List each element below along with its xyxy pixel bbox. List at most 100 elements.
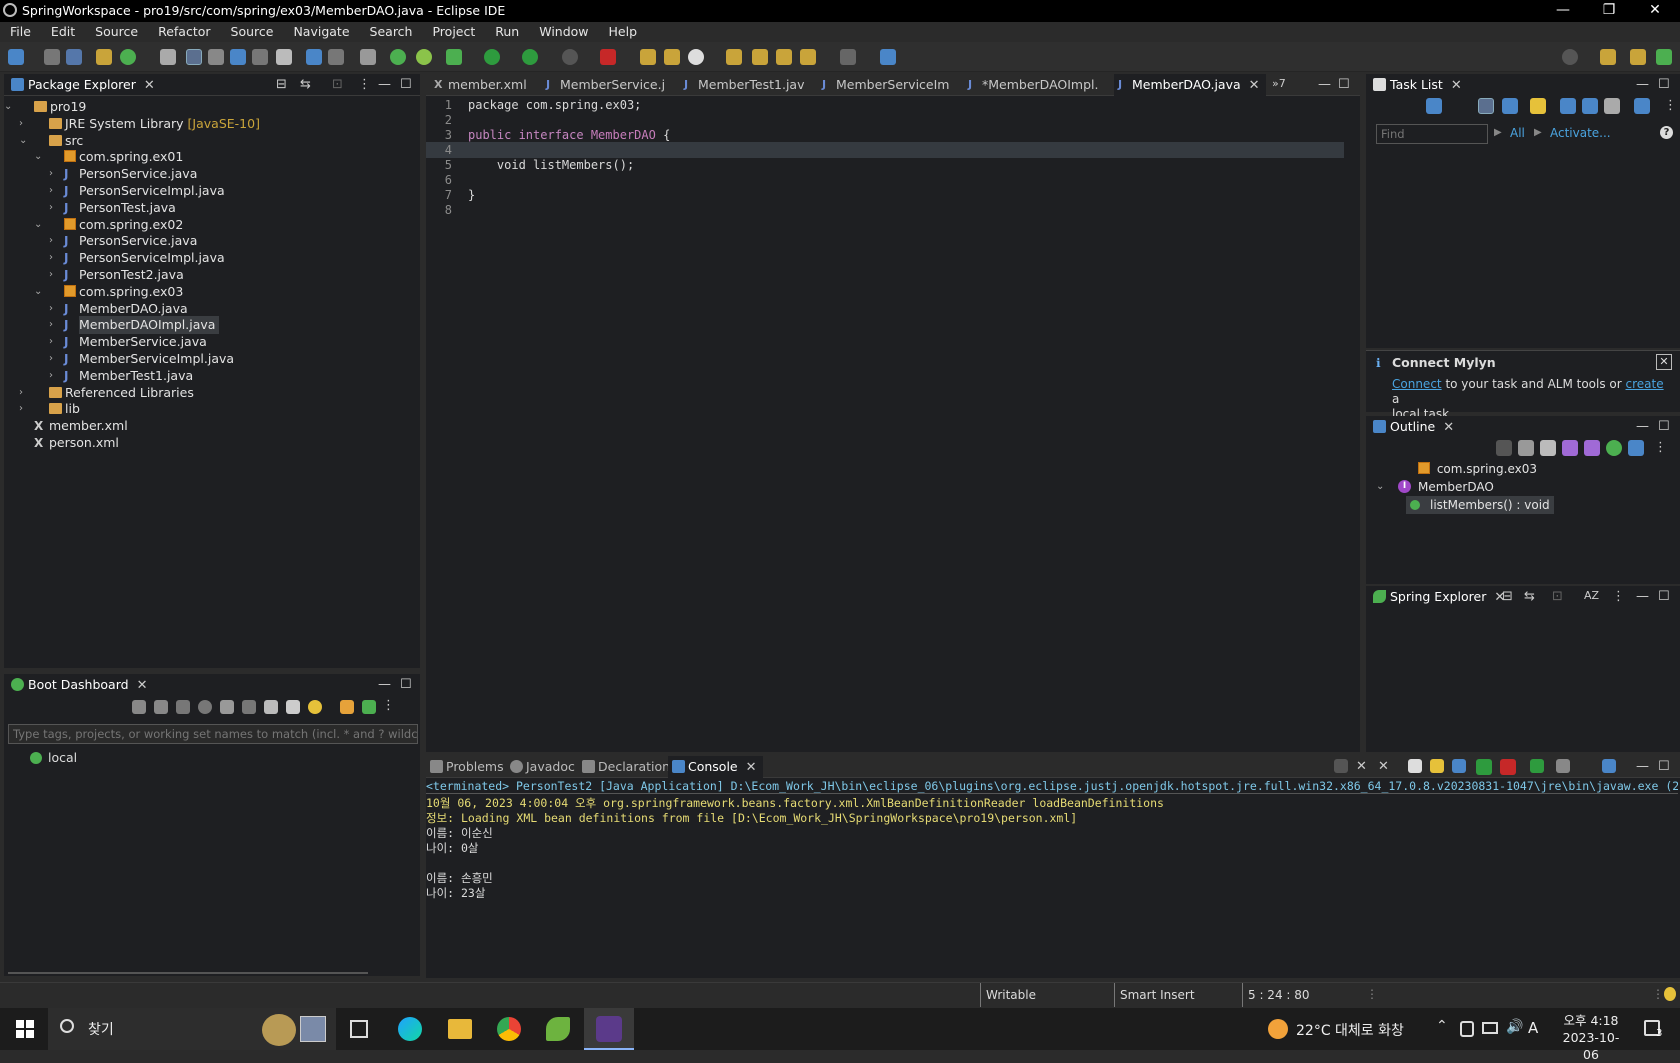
- chevron-right-icon[interactable]: ›: [49, 199, 53, 217]
- minimize-button[interactable]: —: [1540, 0, 1586, 22]
- clock[interactable]: 오후 4:18 2023-10-06: [1556, 1012, 1626, 1063]
- chevron-right-icon[interactable]: ›: [19, 115, 23, 133]
- view-menu-icon[interactable]: ⋮: [1654, 440, 1667, 455]
- show-stderr-icon[interactable]: [1500, 759, 1516, 775]
- help-icon[interactable]: ?: [1660, 126, 1673, 139]
- outline-method[interactable]: listMembers() : void: [1406, 496, 1554, 514]
- expand-icon[interactable]: [1604, 98, 1620, 114]
- edit-icon[interactable]: [264, 700, 278, 714]
- remove-launch-icon[interactable]: ✕: [1356, 759, 1367, 774]
- java-perspective-icon[interactable]: [1630, 49, 1646, 65]
- open-task-icon[interactable]: [664, 49, 680, 65]
- volume-icon[interactable]: 🔊: [1506, 1019, 1523, 1035]
- chevron-right-icon[interactable]: ›: [19, 400, 23, 418]
- network-icon[interactable]: [1482, 1022, 1498, 1034]
- run-coverage-icon[interactable]: [522, 49, 538, 65]
- open-resource-icon[interactable]: [726, 49, 742, 65]
- new-server-icon[interactable]: [600, 49, 616, 65]
- dashboard-filter-input[interactable]: [8, 724, 418, 744]
- tab-task-list[interactable]: Task List ✕: [1368, 74, 1462, 96]
- tree-item[interactable]: › J PersonTest2.java: [49, 266, 184, 284]
- tree-item[interactable]: › lib: [19, 400, 80, 418]
- horizontal-scrollbar[interactable]: [8, 972, 368, 974]
- chevron-down-icon[interactable]: ⌄: [1376, 478, 1384, 496]
- maximize-view-icon[interactable]: ☐: [1338, 77, 1350, 92]
- console-icon[interactable]: [220, 700, 234, 714]
- view-menu-icon[interactable]: ⋮: [1664, 98, 1677, 113]
- console-icon[interactable]: [306, 49, 322, 65]
- sort-icon[interactable]: AZ: [1584, 589, 1599, 602]
- weather-text[interactable]: 22°C 대체로 화창: [1296, 1020, 1404, 1040]
- tree-item[interactable]: ⌄ src: [19, 132, 83, 150]
- link-editor-icon[interactable]: ⇆: [1524, 589, 1535, 604]
- run-icon[interactable]: [484, 49, 500, 65]
- terminate-icon[interactable]: [1334, 759, 1348, 773]
- debug-icon[interactable]: [446, 49, 462, 65]
- menu-search[interactable]: Search: [360, 22, 423, 42]
- tree-item[interactable]: › J PersonServiceImpl.java: [49, 182, 225, 200]
- chrome-icon[interactable]: [497, 1017, 521, 1041]
- focus-icon[interactable]: [1496, 440, 1512, 456]
- search-icon[interactable]: [688, 49, 704, 65]
- menu-navigate[interactable]: Navigate: [283, 22, 359, 42]
- pin-console-icon[interactable]: [1530, 759, 1544, 773]
- tab-javadoc[interactable]: Javadoc: [508, 756, 575, 778]
- tree-item[interactable]: › J MemberDAO.java: [49, 300, 188, 318]
- focus-icon[interactable]: ⊡: [1552, 589, 1563, 604]
- open-perspective-icon[interactable]: [1600, 49, 1616, 65]
- toggle-breadcrumb-icon[interactable]: [160, 49, 176, 65]
- pin-editor-icon[interactable]: [880, 49, 896, 65]
- tab-memberservice[interactable]: J MemberService.j: [542, 74, 665, 96]
- spring-perspective-icon[interactable]: [1656, 49, 1672, 65]
- tree-item[interactable]: ⌄ com.spring.ex02: [34, 216, 183, 234]
- word-wrap-icon[interactable]: [1452, 759, 1466, 773]
- view-menu-icon[interactable]: ⋮: [1612, 589, 1625, 604]
- tab-package-explorer[interactable]: Package Explorer ✕: [6, 74, 155, 96]
- tab-overflow[interactable]: »7: [1272, 77, 1286, 90]
- tree-item[interactable]: ⌄ com.spring.ex01: [34, 148, 183, 166]
- tab-boot-dashboard[interactable]: Boot Dashboard ✕: [6, 674, 147, 696]
- lightbulb-icon[interactable]: [308, 700, 322, 714]
- chevron-right-icon[interactable]: ›: [49, 333, 53, 351]
- debug-options-icon[interactable]: [360, 49, 376, 65]
- tree-item[interactable]: › Referenced Libraries: [19, 384, 194, 402]
- tab-outline[interactable]: Outline ✕: [1368, 416, 1454, 438]
- menu-source[interactable]: Source: [85, 22, 148, 42]
- chevron-right-icon[interactable]: ›: [49, 165, 53, 183]
- hide-nonpublic-icon[interactable]: [1606, 440, 1622, 456]
- clear-console-icon[interactable]: [1408, 759, 1422, 773]
- focus-icon[interactable]: [1530, 98, 1546, 114]
- close-icon[interactable]: ✕: [1443, 417, 1454, 439]
- link-icon[interactable]: [242, 700, 256, 714]
- tree-item[interactable]: › J MemberService.java: [49, 333, 207, 351]
- menu-source-2[interactable]: Source: [221, 22, 284, 42]
- chevron-down-icon[interactable]: ⌄: [4, 98, 12, 116]
- minimize-view-icon[interactable]: —: [1636, 589, 1649, 604]
- chevron-right-icon[interactable]: ›: [49, 266, 53, 284]
- save-all-icon[interactable]: [66, 49, 82, 65]
- display-console-icon[interactable]: [1556, 759, 1570, 773]
- tree-item[interactable]: › JRE System Library [JavaSE-10]: [19, 115, 260, 133]
- new-task-icon[interactable]: [1426, 98, 1442, 114]
- show-stdout-icon[interactable]: [1476, 759, 1492, 775]
- new-icon[interactable]: [8, 49, 24, 65]
- expose-icon[interactable]: [340, 700, 354, 714]
- collapse-all-icon[interactable]: ⊟: [1502, 589, 1513, 604]
- tree-item[interactable]: › J PersonServiceImpl.java: [49, 249, 225, 267]
- sort-icon[interactable]: [1540, 440, 1556, 456]
- tab-membertest1[interactable]: J MemberTest1.jav: [680, 74, 805, 96]
- outline-package[interactable]: com.spring.ex03: [1418, 460, 1537, 478]
- eclipse-taskbar-button[interactable]: [584, 1008, 634, 1050]
- scroll-lock-icon[interactable]: [1430, 759, 1444, 773]
- connect-link[interactable]: Connect: [1392, 377, 1442, 391]
- menu-help[interactable]: Help: [599, 22, 648, 42]
- sync-icon[interactable]: [1634, 98, 1650, 114]
- maximize-view-icon[interactable]: ☐: [1658, 759, 1670, 774]
- tree-item[interactable]: › J PersonService.java: [49, 232, 197, 250]
- close-icon[interactable]: ✕: [746, 757, 757, 779]
- categorized-icon[interactable]: [1478, 98, 1494, 114]
- debug-icon[interactable]: [154, 700, 168, 714]
- hide-fields-icon[interactable]: [1562, 440, 1578, 456]
- menu-edit[interactable]: Edit: [41, 22, 85, 42]
- tip-lightbulb-icon[interactable]: [1664, 987, 1676, 1001]
